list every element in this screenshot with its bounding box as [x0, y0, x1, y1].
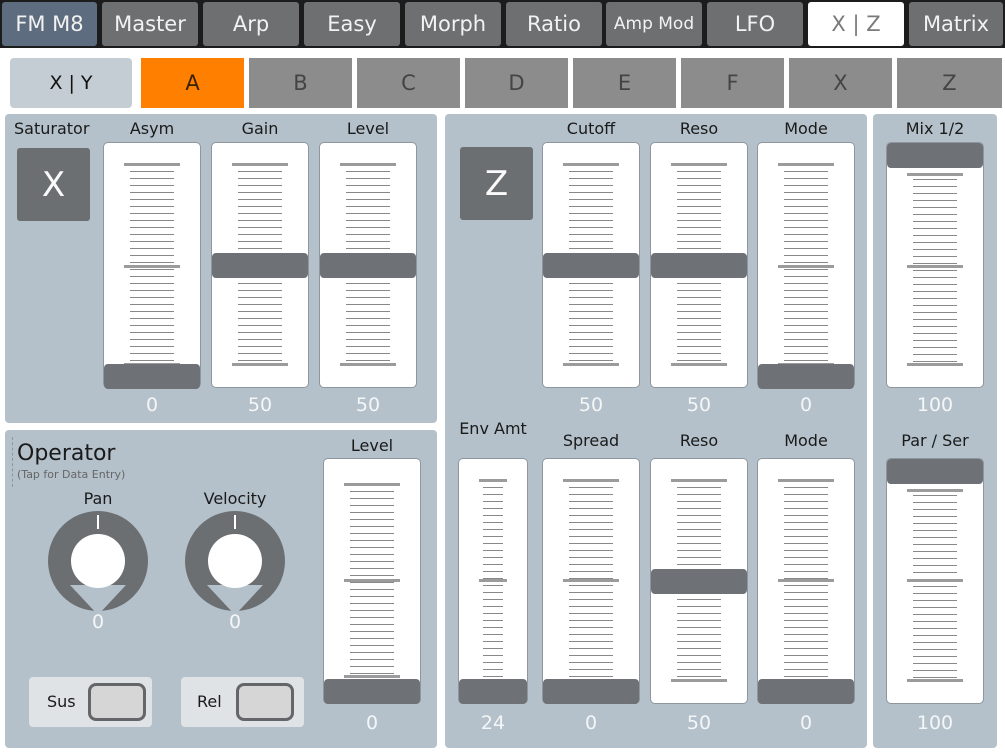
parser-fader[interactable] — [886, 458, 984, 704]
subtab-x[interactable]: X — [789, 58, 892, 108]
parser-label: Par / Ser — [901, 431, 969, 450]
mix12-label: Mix 1/2 — [905, 119, 965, 138]
sus-checkbox[interactable] — [88, 683, 146, 721]
tab-xz[interactable]: X | Z — [808, 2, 904, 46]
mode-label: Mode — [784, 119, 828, 138]
asym-value: 0 — [145, 394, 159, 416]
cutoff-value: 50 — [578, 394, 604, 416]
saturator-select-button[interactable]: X — [17, 148, 90, 221]
subtab-e[interactable]: E — [573, 58, 676, 108]
tab-lfo[interactable]: LFO — [707, 2, 803, 46]
mode-fader[interactable] — [757, 142, 855, 389]
level-label: Level — [346, 119, 390, 138]
mode2-handle[interactable] — [758, 679, 854, 704]
velocity-value: 0 — [228, 611, 242, 633]
asym-label: Asym — [129, 119, 175, 138]
top-tab-bar: FM M8 Master Arp Easy Morph Ratio Amp Mo… — [0, 0, 1005, 48]
operator-level-handle[interactable] — [324, 679, 420, 704]
env-amt-fader[interactable] — [458, 458, 528, 704]
tab-matrix[interactable]: Matrix — [909, 2, 1003, 46]
env-amt-value: 24 — [480, 712, 506, 734]
subtab-b[interactable]: B — [249, 58, 352, 108]
tab-easy[interactable]: Easy — [304, 2, 400, 46]
parser-handle[interactable] — [887, 459, 983, 484]
rel-label: Rel — [197, 692, 222, 711]
spread-label: Spread — [562, 431, 620, 450]
env-amt-label: Env Amt — [459, 419, 527, 438]
cutoff-fader-handle[interactable] — [543, 253, 639, 278]
level-fader[interactable] — [319, 142, 417, 388]
tab-master[interactable]: Master — [102, 2, 198, 46]
mode-fader-handle[interactable] — [758, 364, 854, 389]
level-value: 50 — [355, 394, 381, 416]
gain-fader-handle[interactable] — [212, 253, 308, 278]
spread-value: 0 — [584, 712, 598, 734]
subtab-f[interactable]: F — [681, 58, 784, 108]
subtab-z[interactable]: Z — [897, 58, 1002, 108]
reso2-label: Reso — [679, 431, 719, 450]
subtab-xy[interactable]: X | Y — [10, 58, 132, 108]
mode-value: 0 — [799, 394, 813, 416]
operator-subtitle: (Tap for Data Entry) — [17, 468, 126, 481]
velocity-label: Velocity — [203, 489, 267, 508]
gain-fader[interactable] — [211, 142, 309, 388]
mix12-fader[interactable] — [886, 142, 984, 388]
cutoff-label: Cutoff — [566, 119, 616, 138]
operator-title[interactable]: Operator — [17, 441, 115, 466]
reso2-handle[interactable] — [651, 569, 747, 594]
rel-checkbox[interactable] — [236, 683, 294, 721]
reso-fader-handle[interactable] — [651, 253, 747, 278]
tab-ratio[interactable]: Ratio — [506, 2, 602, 46]
reso2-value: 50 — [686, 712, 712, 734]
gain-label: Gain — [241, 119, 279, 138]
mode2-label: Mode — [784, 431, 828, 450]
subtab-a[interactable]: A — [141, 58, 244, 108]
env-amt-handle[interactable] — [459, 679, 527, 704]
asym-fader-handle[interactable] — [104, 364, 200, 389]
mode2-fader[interactable] — [757, 458, 855, 704]
reso2-fader[interactable] — [650, 458, 748, 704]
parser-value: 100 — [916, 712, 954, 734]
mode2-value: 0 — [799, 712, 813, 734]
reso-value: 50 — [686, 394, 712, 416]
sus-toggle[interactable]: Sus — [29, 677, 152, 727]
sus-label: Sus — [47, 692, 76, 711]
tab-morph[interactable]: Morph — [405, 2, 501, 46]
asym-fader[interactable] — [103, 142, 201, 389]
spread-fader[interactable] — [542, 458, 640, 704]
tab-fm-m8[interactable]: FM M8 — [2, 2, 97, 46]
pan-knob[interactable] — [48, 511, 148, 615]
reso-fader[interactable] — [650, 142, 748, 388]
saturator-label: Saturator — [14, 119, 90, 138]
reso-label: Reso — [679, 119, 719, 138]
operator-level-value: 0 — [365, 712, 379, 734]
spread-handle[interactable] — [543, 679, 639, 704]
velocity-knob[interactable] — [185, 511, 285, 615]
mix12-handle[interactable] — [887, 143, 983, 168]
tab-amp-mod[interactable]: Amp Mod — [606, 2, 702, 46]
level-fader-handle[interactable] — [320, 253, 416, 278]
pan-value: 0 — [91, 611, 105, 633]
mix12-value: 100 — [916, 394, 954, 416]
operator-level-label: Level — [350, 436, 394, 455]
tab-arp[interactable]: Arp — [203, 2, 299, 46]
gain-value: 50 — [247, 394, 273, 416]
filter-select-button[interactable]: Z — [460, 147, 533, 220]
pan-label: Pan — [83, 489, 113, 508]
subtab-d[interactable]: D — [465, 58, 568, 108]
rel-toggle[interactable]: Rel — [181, 677, 304, 727]
operator-level-fader[interactable] — [323, 458, 421, 704]
subtab-c[interactable]: C — [357, 58, 460, 108]
cutoff-fader[interactable] — [542, 142, 640, 388]
